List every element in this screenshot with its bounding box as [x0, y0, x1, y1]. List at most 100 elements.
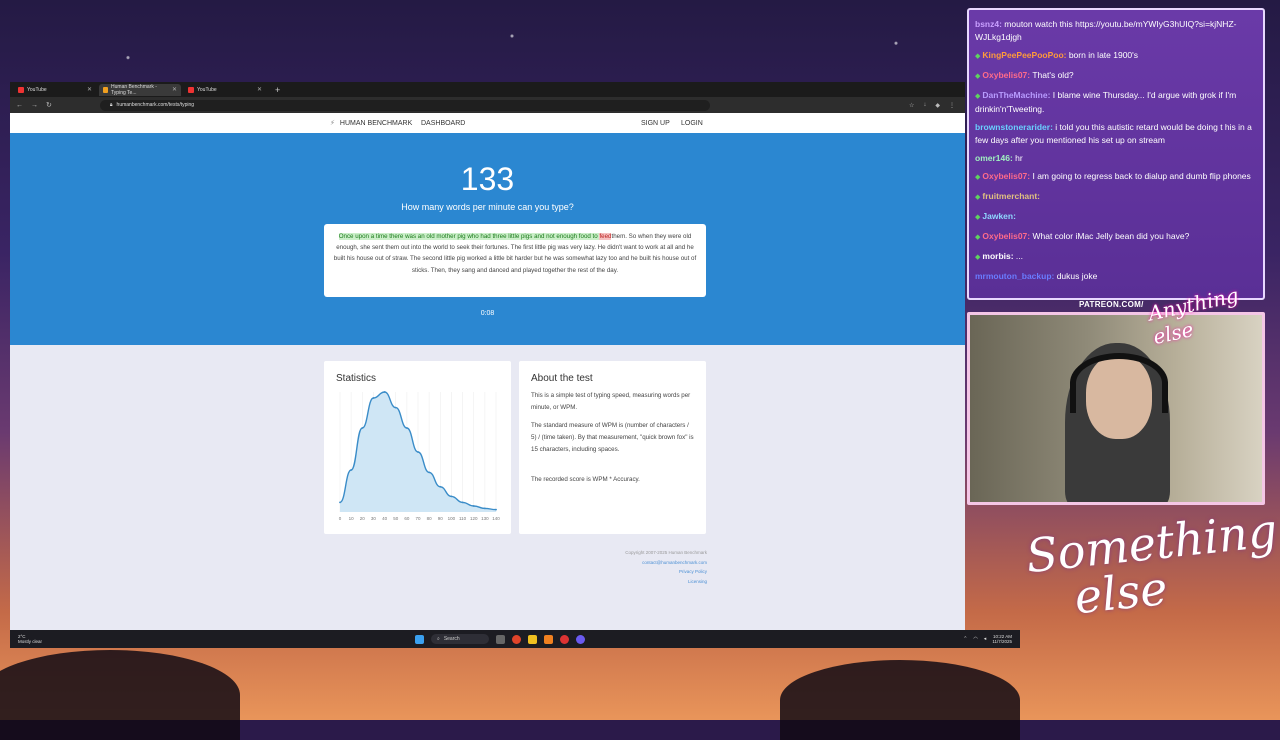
sub-badge-icon: ◆ [975, 233, 981, 241]
privacy-link[interactable]: Privacy Policy [625, 567, 707, 577]
tab-human-benchmark[interactable]: Human Benchmark - Typing Te... ✕ [99, 83, 181, 96]
chat-username[interactable]: bsnz4: [975, 19, 1002, 29]
typing-text-box[interactable]: Once upon a time there was an old mother… [324, 224, 706, 297]
back-icon[interactable]: ← [16, 102, 23, 109]
chat-username[interactable]: Oxybelis07: [982, 171, 1030, 181]
copyright-text: Copyright 2007-2025 Human Benchmark [625, 550, 707, 555]
wpm-distribution-chart: 0 10 20 30 40 50 60 70 80 90 100 110 120 130 140 [339, 391, 500, 521]
chat-username[interactable]: DanTheMachine: [982, 90, 1050, 100]
download-icon[interactable]: ↓ [923, 102, 926, 109]
data-point [372, 397, 375, 399]
chat-message: ◆ Jawken: [975, 210, 1257, 225]
x-tick-label: 120 [470, 516, 478, 521]
chat-message: mrmouton_backup: dukus joke [975, 270, 1257, 283]
browser-window: YouTube ✕ Human Benchmark - Typing Te... ✕… [10, 82, 965, 648]
bookmark-icon[interactable]: ☆ [909, 102, 914, 109]
clock[interactable]: 10:22 AM 11/7/2025 [992, 634, 1012, 644]
about-title: About the test [531, 373, 593, 384]
taskbar-search[interactable]: ⌕ Search [431, 634, 489, 644]
url-field[interactable]: 🔒︎ humanbenchmark.com/tests/typing [99, 99, 710, 111]
chat-username[interactable]: Jawken: [982, 211, 1016, 221]
typing-test-hero: 133 How many words per minute can you ty… [10, 133, 965, 345]
x-tick-label: 90 [438, 516, 444, 521]
forward-icon[interactable]: → [31, 102, 38, 109]
dashboard-link[interactable]: DASHBOARD [421, 120, 465, 127]
discord-icon[interactable] [576, 634, 585, 644]
chat-username[interactable]: Oxybelis07: [982, 231, 1030, 241]
signup-link[interactable]: SIGN UP [641, 120, 670, 127]
brand-link[interactable]: ⚡︎ HUMAN BENCHMARK [330, 119, 412, 128]
sub-badge-icon: ◆ [975, 72, 981, 80]
chat-username[interactable]: Oxybelis07: [982, 70, 1030, 80]
statistics-card: Statistics 0 10 20 30 40 50 60 70 80 90 100 110 120 1… [324, 361, 511, 534]
weather-widget[interactable]: 2°C Mostly clear [18, 634, 42, 644]
app-icon[interactable] [544, 634, 553, 644]
chevron-up-icon[interactable]: ⌃ [963, 636, 967, 642]
chat-message: ◆ Oxybelis07: I am going to regress back … [975, 170, 1257, 185]
x-tick-label: 50 [393, 516, 399, 521]
volume-icon[interactable]: ◂ [984, 636, 987, 642]
browser-icon[interactable] [512, 634, 521, 644]
chat-username[interactable]: brownstonerarider: [975, 122, 1053, 132]
wpm-score: 133 [460, 161, 515, 197]
sub-badge-icon: ◆ [975, 253, 981, 261]
palm-silhouette [0, 650, 240, 740]
new-tab-button[interactable]: + [275, 85, 280, 95]
typed-text: Once upon a time there was an old mother… [338, 233, 600, 240]
data-point [417, 451, 419, 453]
file-explorer-icon[interactable] [528, 634, 537, 644]
search-icon: ⌕ [437, 636, 440, 642]
close-icon[interactable]: ✕ [257, 86, 262, 93]
sub-badge-icon: ◆ [975, 92, 981, 100]
chat-text: hr [1012, 152, 1023, 163]
reload-icon[interactable]: ↻ [46, 101, 52, 109]
x-tick-label: 30 [371, 516, 377, 521]
address-bar: ← → ↻ 🔒︎ humanbenchmark.com/tests/typing … [10, 97, 965, 113]
menu-icon[interactable]: ⋮ [949, 102, 955, 109]
chat-message: ◆ morbis: ... [975, 250, 1257, 265]
data-point [383, 391, 386, 393]
task-view-icon[interactable] [496, 634, 505, 644]
chat-message: ◆ Oxybelis07: That's old? [975, 69, 1257, 84]
data-point [350, 469, 353, 471]
x-tick-label: 40 [382, 516, 388, 521]
headphones [1070, 353, 1168, 413]
chat-username[interactable]: morbis: [982, 251, 1013, 261]
x-tick-label: 140 [492, 516, 500, 521]
about-paragraph-1: This is a simple test of typing speed, m… [531, 392, 691, 411]
data-point [450, 495, 453, 498]
tab-youtube-2[interactable]: YouTube ✕ [184, 84, 266, 96]
chat-username[interactable]: mrmouton_backup: [975, 271, 1054, 281]
login-link[interactable]: LOGIN [681, 120, 703, 127]
sub-badge-icon: ◆ [975, 213, 981, 221]
close-icon[interactable]: ✕ [87, 86, 92, 93]
x-tick-label: 60 [404, 516, 410, 521]
chat-username[interactable]: KingPeePeePooPoo: [982, 50, 1066, 60]
chat-text: What color iMac Jelly bean did you have? [1030, 230, 1190, 241]
tab-youtube-1[interactable]: YouTube ✕ [14, 84, 96, 96]
about-card: About the test This is a simple test of … [519, 361, 706, 534]
sub-badge-icon: ◆ [975, 52, 981, 60]
data-point [439, 485, 442, 488]
about-paragraph-2: The standard measure of WPM is (number o… [531, 422, 694, 453]
site-navbar: ⚡︎ HUMAN BENCHMARK DASHBOARD SIGN UP LOGI… [10, 113, 965, 133]
chrome-icon[interactable] [560, 634, 569, 644]
extensions-icon[interactable]: ◆ [935, 102, 940, 109]
x-tick-label: 70 [415, 516, 421, 521]
x-tick-label: 100 [448, 516, 456, 521]
contact-link[interactable]: contact@humanbenchmark.com [625, 558, 707, 568]
stream-chat: bsnz4: mouton watch this https://youtu.b… [967, 8, 1265, 300]
data-point [339, 501, 341, 504]
wifi-icon[interactable]: ◠ [973, 636, 977, 642]
site-footer: Copyright 2007-2025 Human Benchmark cont… [625, 548, 707, 586]
data-point [394, 406, 397, 409]
close-icon[interactable]: ✕ [172, 86, 177, 93]
chat-username[interactable]: omer146: [975, 153, 1013, 163]
lightning-icon: ⚡︎ [330, 120, 335, 127]
start-icon[interactable] [415, 634, 424, 644]
windows-taskbar: 2°C Mostly clear ⌕ Search ⌃ ◠ ◂ 10:22 AM 11… [10, 630, 1020, 648]
data-point [495, 508, 497, 511]
chat-username[interactable]: fruitmerchant: [982, 191, 1040, 201]
humanbenchmark-icon [103, 86, 109, 93]
licensing-link[interactable]: Licensing [625, 577, 707, 587]
